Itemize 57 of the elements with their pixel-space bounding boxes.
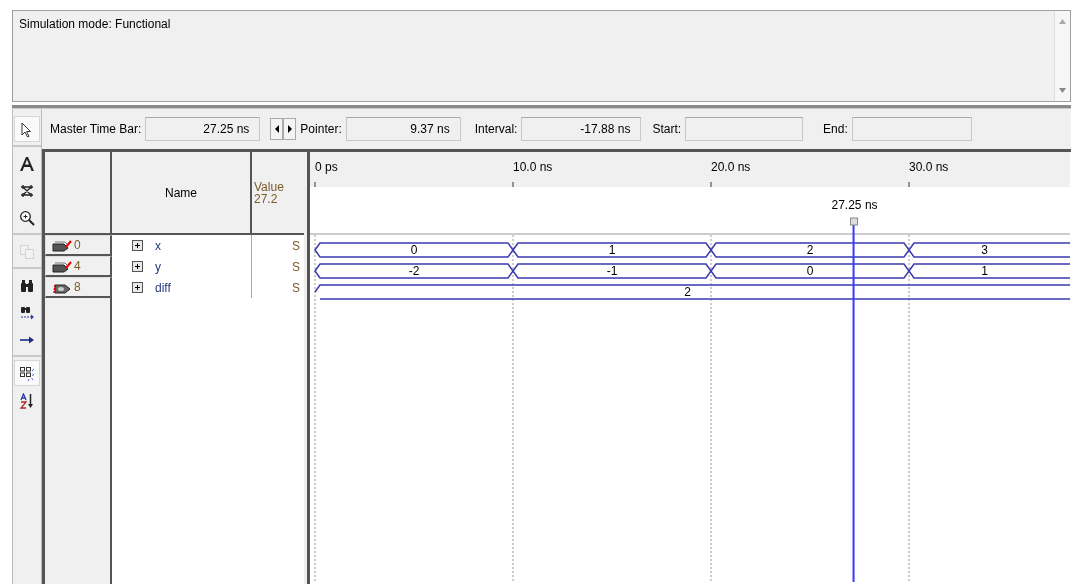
node-finder-icon (19, 182, 35, 199)
letter-a-icon (19, 155, 35, 172)
right-triangle-icon (287, 125, 292, 133)
left-triangle-icon (274, 125, 279, 133)
signal-value: S (252, 256, 304, 277)
time-scale-label: 20.0 ns (711, 160, 751, 174)
signal-value: S (252, 277, 304, 298)
bus-value: 0 (410, 243, 418, 257)
signal-name: diff (155, 279, 171, 297)
signal-index: 8 (74, 279, 81, 296)
expand-icon[interactable] (132, 261, 143, 272)
input-pin-icon (52, 238, 72, 252)
signal-index: 0 (74, 237, 81, 254)
signal-index: 4 (74, 258, 81, 275)
field-label: Start: (652, 121, 682, 138)
grid-tool-button[interactable] (14, 360, 40, 386)
next-button[interactable] (283, 118, 297, 140)
master-time-field[interactable]: 27.25 ns (145, 117, 261, 141)
time-scale-label: 10.0 ns (513, 160, 553, 174)
signal-name: y (155, 258, 161, 276)
vertical-scrollbar[interactable] (1054, 11, 1070, 101)
master-time-handle[interactable] (850, 217, 859, 226)
signal-name: x (155, 237, 161, 255)
interval-field[interactable]: -17.88 ns (521, 117, 642, 141)
bus-value: 3 (981, 243, 988, 257)
field-label: Master Time Bar: (50, 121, 142, 138)
start-field[interactable] (685, 117, 804, 141)
time-scale-label: 0 ps (315, 160, 338, 174)
pointer-tool-button[interactable] (14, 116, 40, 142)
scroll-down-icon[interactable] (1059, 88, 1066, 93)
zoom-icon (19, 209, 35, 226)
bus-value: -1 (606, 264, 618, 278)
message-text: Simulation mode: Functional (19, 16, 171, 33)
signal-value: S (252, 235, 304, 256)
expand-icon[interactable] (132, 240, 143, 251)
end-field[interactable] (851, 117, 972, 141)
grid-icon (19, 365, 35, 382)
expand-icon[interactable] (132, 282, 143, 293)
input-pin-icon (52, 259, 72, 273)
name-column-header: Name (112, 152, 252, 235)
bus-value: -2 (408, 264, 420, 278)
master-time-label: 27.25 ns (831, 198, 878, 212)
bus-value: 1 (608, 243, 616, 257)
previous-button[interactable] (270, 118, 284, 140)
field-label: Pointer: (300, 121, 342, 138)
field-label: End: (823, 121, 848, 138)
binoculars-icon (19, 277, 35, 294)
bus-value: 2 (684, 285, 691, 299)
bus-value: 0 (806, 264, 814, 278)
time-scale-label: 30.0 ns (909, 160, 949, 174)
bus-value: 1 (981, 264, 988, 278)
sort-icon (19, 392, 35, 409)
binoculars-arrow-icon (19, 304, 35, 321)
field-label: Interval: (474, 121, 518, 138)
bus-value: 2 (806, 243, 814, 257)
pointer-field[interactable]: 9.37 ns (345, 117, 461, 141)
copy-icon (19, 243, 35, 260)
